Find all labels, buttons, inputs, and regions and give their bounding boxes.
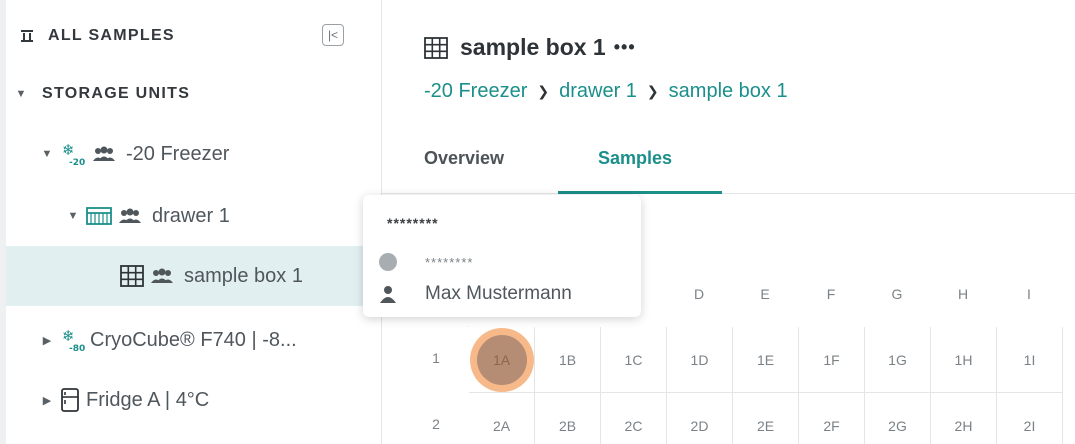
selection-ring: 1A <box>469 327 534 392</box>
row-header: 2 <box>432 416 440 432</box>
svg-text:❄: ❄ <box>62 141 75 159</box>
sidebar-item-cryocube[interactable]: ▶ ❄ -80 CryoCube® F740 | -8... <box>40 322 421 358</box>
tab-samples[interactable]: Samples <box>598 148 672 169</box>
grid-cell[interactable]: 2E <box>733 393 799 444</box>
tooltip-owner-name: Max Mustermann <box>425 283 572 304</box>
grid-cell[interactable]: 1I <box>997 327 1063 393</box>
drawer-icon <box>86 206 112 226</box>
all-samples-header[interactable]: ALL SAMPLES |< <box>14 22 364 50</box>
grid-cell[interactable]: 2G <box>865 393 931 444</box>
chevron-down-icon[interactable]: ▼ <box>14 88 28 100</box>
page-header: sample box 1 ••• <box>424 34 636 61</box>
grid-cell[interactable]: 2D <box>667 393 733 444</box>
shared-users-icon <box>150 268 174 284</box>
tab-bar: Overview Samples <box>382 130 1075 194</box>
grid-cell[interactable]: 1H <box>931 327 997 393</box>
grid-box-icon <box>120 265 144 287</box>
grid-cell[interactable]: 1B <box>535 327 601 393</box>
sidebar-item-label: sample box 1 <box>184 264 303 287</box>
more-options-icon[interactable]: ••• <box>614 37 636 58</box>
svg-text:-80: -80 <box>69 344 85 353</box>
user-icon <box>379 285 397 303</box>
chevron-right-icon[interactable]: ▶ <box>40 394 54 407</box>
chevron-right-icon[interactable]: ▶ <box>40 334 54 347</box>
svg-text:-20: -20 <box>69 158 85 167</box>
column-header: I <box>1027 286 1031 302</box>
page-title: sample box 1 <box>460 34 606 60</box>
collapse-sidebar-icon[interactable]: |< <box>322 24 344 46</box>
sidebar-item-label: Fridge A | 4°C <box>86 388 210 411</box>
sidebar-item-fridge[interactable]: ▶ Fridge A | 4°C <box>40 382 421 418</box>
sidebar-item-label: CryoCube® F740 | -8... <box>90 328 297 351</box>
shared-users-icon <box>118 208 142 224</box>
sidebar-item-label: drawer 1 <box>152 204 230 227</box>
grid-cell[interactable]: 1D <box>667 327 733 393</box>
sidebar-edge <box>0 0 6 444</box>
shared-users-icon <box>92 146 116 162</box>
grid-cell[interactable]: 2C <box>601 393 667 444</box>
grid-cell[interactable]: 2B <box>535 393 601 444</box>
column-header: H <box>957 286 969 302</box>
samples-rack-icon <box>20 29 34 43</box>
breadcrumb-current[interactable]: sample box 1 <box>669 80 788 103</box>
sample-tooltip: ******** ******** Max Mustermann <box>363 195 641 317</box>
grid-cells: 1A 1B 1C 1D 1E 1F 1G 1H 1I 2A 2B 2C 2D 2… <box>468 326 1063 444</box>
tooltip-title: ******** <box>387 215 439 231</box>
storage-units-label: STORAGE UNITS <box>42 85 191 102</box>
column-header: F <box>826 286 836 302</box>
breadcrumb: -20 Freezer ❯ drawer 1 ❯ sample box 1 <box>424 80 788 103</box>
storage-units-header[interactable]: ▼ STORAGE UNITS <box>14 80 395 108</box>
grid-cell[interactable]: 2A <box>469 393 535 444</box>
sidebar-item-sample-box[interactable]: sample box 1 <box>6 246 382 306</box>
grid-cell[interactable]: 2F <box>799 393 865 444</box>
fridge-icon <box>60 388 80 412</box>
chevron-down-icon[interactable]: ▼ <box>40 148 54 160</box>
chevron-right-icon: ❯ <box>646 83 659 99</box>
tooltip-row-owner: Max Mustermann <box>379 283 572 305</box>
tooltip-row-status: ******** <box>379 253 473 271</box>
grid-cell[interactable]: 1F <box>799 327 865 393</box>
tooltip-hidden-value: ******** <box>425 254 474 270</box>
sidebar-item-label: -20 Freezer <box>126 142 230 165</box>
cell-label: 1A <box>476 334 527 385</box>
grid-box-icon <box>424 36 448 59</box>
grid-cell[interactable]: 2H <box>931 393 997 444</box>
breadcrumb-link-freezer[interactable]: -20 Freezer <box>424 80 527 103</box>
freezer-icon: ❄ -20 <box>60 141 86 167</box>
column-header: G <box>891 286 903 302</box>
chevron-down-icon[interactable]: ▼ <box>66 210 80 222</box>
grid-cell[interactable]: 2I <box>997 393 1063 444</box>
grid-cell[interactable]: 1C <box>601 327 667 393</box>
column-header: E <box>760 286 770 302</box>
grid-cell[interactable]: 1G <box>865 327 931 393</box>
breadcrumb-link-drawer[interactable]: drawer 1 <box>559 80 637 103</box>
sidebar-item-freezer[interactable]: ▼ ❄ -20 -20 Freezer <box>40 136 421 172</box>
active-tab-indicator <box>558 191 722 194</box>
grid-cell[interactable]: 1E <box>733 327 799 393</box>
status-dot-icon <box>379 253 397 271</box>
freezer-icon: ❄ -80 <box>60 327 86 353</box>
grid-cell-selected[interactable]: 1A <box>469 327 535 393</box>
column-header: D <box>693 286 705 302</box>
chevron-right-icon: ❯ <box>537 83 550 99</box>
svg-text:❄: ❄ <box>62 327 75 345</box>
tab-overview[interactable]: Overview <box>424 148 504 169</box>
sidebar: ALL SAMPLES |< ▼ STORAGE UNITS ▼ ❄ -20 -2… <box>0 0 382 444</box>
all-samples-label: ALL SAMPLES <box>48 27 175 44</box>
row-header: 1 <box>432 350 440 366</box>
